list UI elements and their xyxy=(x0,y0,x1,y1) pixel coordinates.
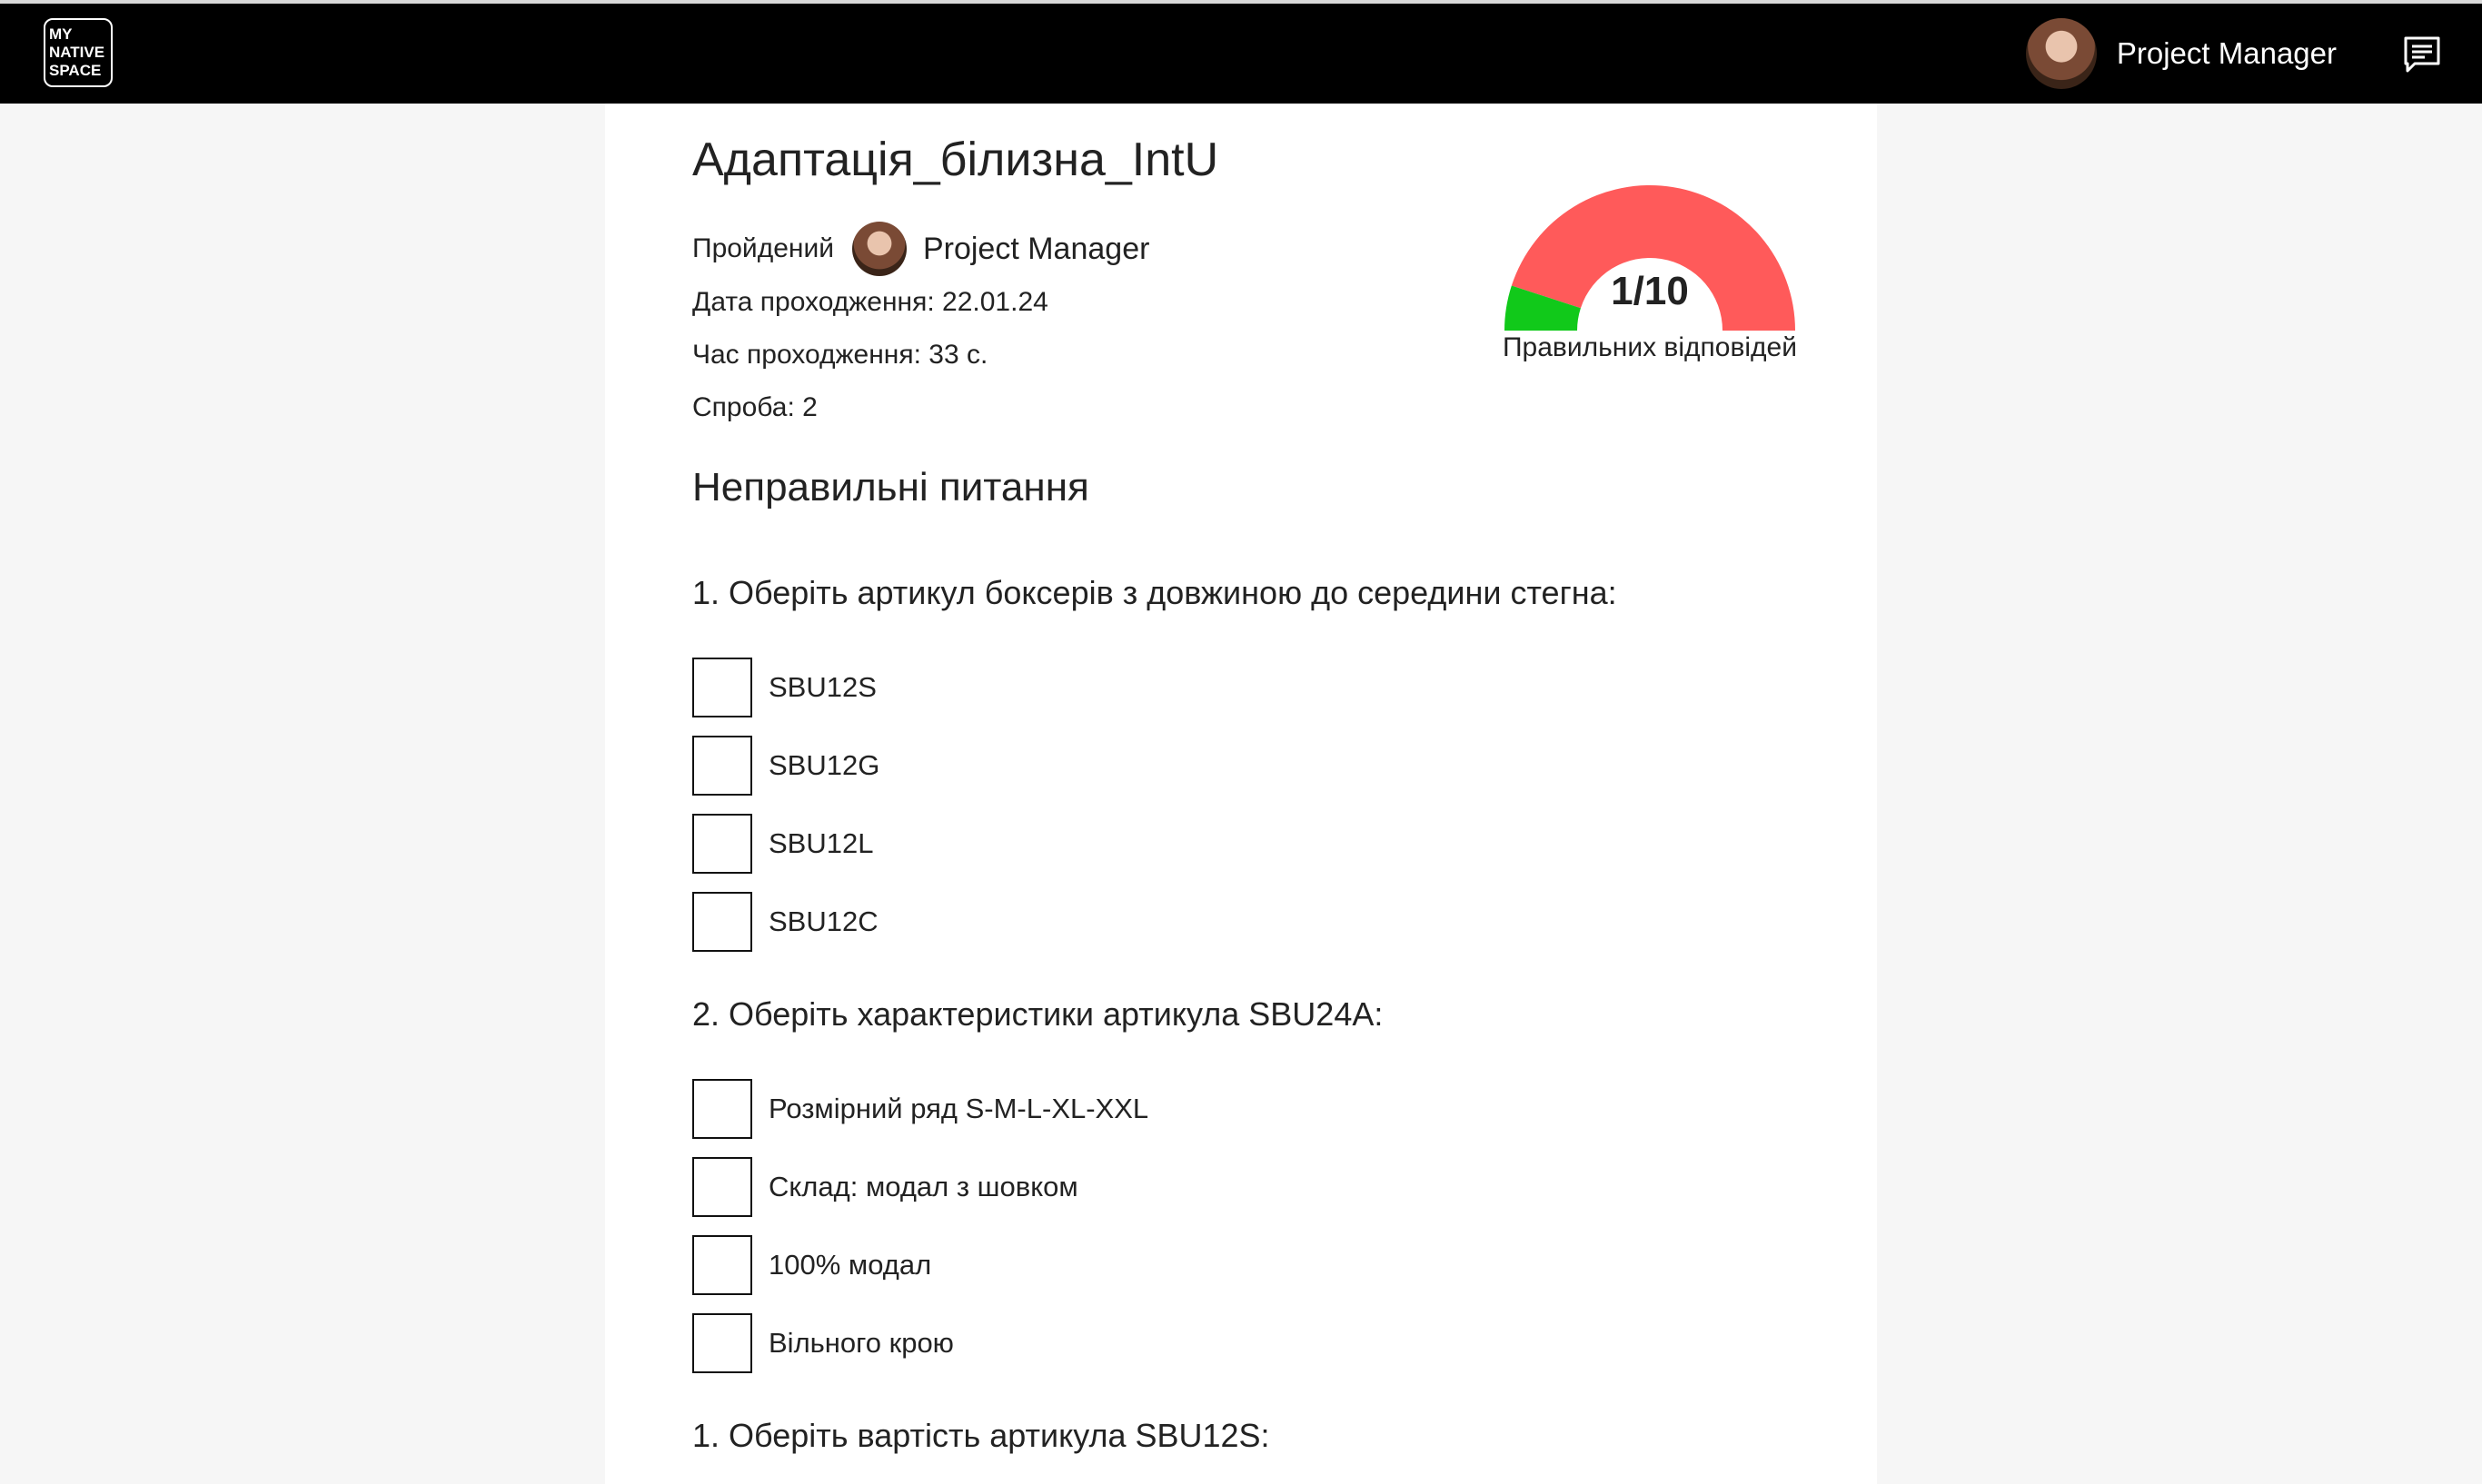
app-logo[interactable]: MY NATIVE SPACE xyxy=(44,18,113,87)
answer-label: 100% модал xyxy=(769,1249,932,1281)
top-navbar: MY NATIVE SPACE Project Manager xyxy=(0,4,2482,104)
answer-option[interactable]: SBU12L xyxy=(692,812,873,876)
test-title: Адаптація_білизна_IntU xyxy=(692,134,1219,186)
passed-by-name: Project Manager xyxy=(922,231,1150,266)
answer-checkbox[interactable] xyxy=(692,1235,752,1295)
passed-label: Пройдений xyxy=(692,233,834,263)
pass-date: Дата проходження: 22.01.24 xyxy=(692,287,1048,317)
answer-checkbox[interactable] xyxy=(692,1313,752,1373)
section-title: Неправильні питання xyxy=(692,465,1089,510)
answer-option[interactable]: SBU12G xyxy=(692,734,879,797)
logo-line-1: MY xyxy=(49,25,73,43)
user-menu[interactable]: Project Manager xyxy=(2025,18,2337,89)
answer-checkbox[interactable] xyxy=(692,736,752,796)
question-text: 2. Оберіть характеристики артикула SBU24… xyxy=(692,995,1384,1033)
answer-label: SBU12S xyxy=(769,671,877,703)
gauge-score: 1/10 xyxy=(1611,269,1689,313)
score-gauge: 1/10 Правильних відповідей xyxy=(1468,185,1832,394)
answer-label: SBU12C xyxy=(769,905,879,937)
passed-by-avatar xyxy=(851,222,907,276)
answer-option[interactable]: Склад: модал з шовком xyxy=(692,1155,1078,1219)
logo-line-3: SPACE xyxy=(49,62,102,79)
answer-checkbox[interactable] xyxy=(692,814,752,874)
gauge-label: Правильних відповідей xyxy=(1502,332,1797,362)
answer-checkbox[interactable] xyxy=(692,892,752,952)
answer-label: Розмірний ряд S-M-L-XL-XXL xyxy=(769,1093,1149,1124)
answer-option[interactable]: Вільного крою xyxy=(692,1311,954,1375)
answer-checkbox[interactable] xyxy=(692,1157,752,1217)
answer-checkbox[interactable] xyxy=(692,658,752,717)
chat-icon[interactable] xyxy=(2402,35,2442,74)
answer-option[interactable]: SBU12C xyxy=(692,890,879,954)
answer-option[interactable]: 100% модал xyxy=(692,1233,931,1297)
logo-line-2: NATIVE xyxy=(49,44,105,61)
user-name[interactable]: Project Manager xyxy=(2117,36,2337,71)
attempt-number: Спроба: 2 xyxy=(692,392,818,422)
question-text: 1. Оберіть артикул боксерів з довжиною д… xyxy=(692,574,1617,611)
user-avatar[interactable] xyxy=(2025,18,2097,89)
answer-label: Вільного крою xyxy=(769,1327,954,1359)
answer-label: SBU12G xyxy=(769,749,880,781)
answer-label: Склад: модал з шовком xyxy=(769,1171,1078,1202)
answer-option[interactable]: Розмірний ряд S-M-L-XL-XXL xyxy=(692,1077,1148,1141)
answer-option[interactable]: SBU12S xyxy=(692,656,877,719)
pass-time: Час проходження: 33 с. xyxy=(692,340,988,370)
passed-by-row: Пройдений Project Manager xyxy=(692,222,1149,276)
question-text: 1. Оберіть вартість артикула SBU12S: xyxy=(692,1417,1270,1454)
answer-label: SBU12L xyxy=(769,827,874,859)
answer-checkbox[interactable] xyxy=(692,1079,752,1139)
result-card: Адаптація_білизна_IntU Пройдений Project… xyxy=(605,104,1877,1484)
